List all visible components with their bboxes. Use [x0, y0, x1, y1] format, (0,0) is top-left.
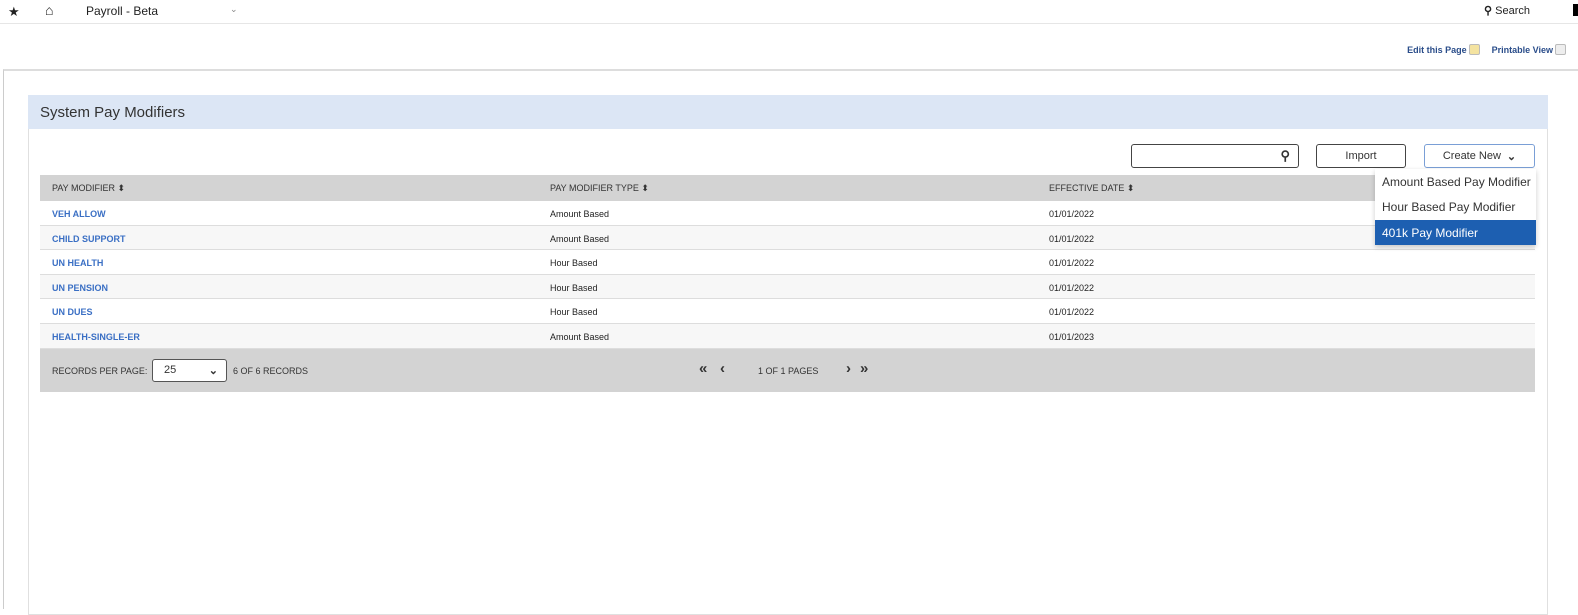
chevron-down-icon: ⌄	[1506, 150, 1517, 163]
edit-icon	[1468, 44, 1480, 55]
header-pay-modifier[interactable]: PAY MODIFIER ⬍	[52, 183, 125, 194]
type-cell: Hour Based	[550, 307, 598, 318]
create-new-button[interactable]: Create New ⌄	[1424, 144, 1535, 168]
table-row: UN DUES Hour Based 01/01/2022	[40, 299, 1535, 324]
import-button[interactable]: Import	[1316, 144, 1406, 168]
pay-modifier-link[interactable]: VEH ALLOW	[52, 209, 106, 219]
header-pay-modifier-type[interactable]: PAY MODIFIER TYPE ⬍	[550, 183, 649, 194]
records-per-page-select[interactable]: 25 ⌄	[152, 359, 227, 382]
date-cell: 01/01/2022	[1049, 258, 1095, 269]
menu-item-amount-based[interactable]: Amount Based Pay Modifier	[1375, 169, 1536, 194]
search-icon: ⚲	[1484, 5, 1493, 17]
pay-modifier-link[interactable]: HEALTH-SINGLE-ER	[52, 332, 140, 342]
print-label: Printable View	[1491, 44, 1553, 55]
next-page-icon[interactable]: ›	[846, 360, 851, 377]
pay-modifier-link[interactable]: UN PENSION	[52, 283, 108, 293]
chevron-down-icon[interactable]: ⌄	[230, 4, 238, 15]
pay-modifier-link[interactable]: UN DUES	[52, 307, 93, 317]
date-cell: 01/01/2022	[1049, 307, 1095, 318]
date-cell: 01/01/2022	[1049, 282, 1095, 293]
flag-icon[interactable]	[1573, 4, 1578, 16]
table-footer: RECORDS PER PAGE: 25 ⌄ 6 OF 6 RECORDS « ‹…	[40, 349, 1535, 392]
type-cell: Amount Based	[550, 332, 610, 342]
table-row: UN PENSION Hour Based 01/01/2022	[40, 274, 1535, 300]
search-link[interactable]: ⚲ Search	[1484, 4, 1530, 17]
create-new-menu: Amount Based Pay Modifier Hour Based Pay…	[1375, 169, 1536, 245]
pay-modifier-link[interactable]: UN HEALTH	[52, 258, 103, 268]
app-title[interactable]: Payroll - Beta	[86, 4, 158, 18]
date-cell: 01/01/2022	[1049, 209, 1095, 219]
table-row: UN HEALTH Hour Based 01/01/2022	[40, 250, 1535, 275]
top-bar: ★ ⌂ Payroll - Beta ⌄ ⚲ Search	[0, 0, 1578, 24]
home-icon[interactable]: ⌂	[45, 2, 53, 18]
table-row: VEH ALLOW Amount Based 01/01/2022	[40, 201, 1535, 226]
menu-item-hour-based[interactable]: Hour Based Pay Modifier	[1375, 194, 1536, 219]
search-label: Search	[1495, 5, 1530, 17]
first-page-icon[interactable]: «	[699, 360, 707, 377]
page-count: 1 OF 1 PAGES	[758, 366, 819, 376]
type-cell: Amount Based	[550, 233, 610, 244]
type-cell: Amount Based	[550, 209, 610, 219]
table-row: CHILD SUPPORT Amount Based 01/01/2022	[40, 225, 1535, 251]
table-row: HEALTH-SINGLE-ER Amount Based 01/01/2023	[40, 324, 1535, 349]
pay-modifier-link[interactable]: CHILD SUPPORT	[52, 234, 126, 244]
chevron-down-icon: ⌄	[208, 365, 218, 377]
create-new-label: Create New	[1442, 150, 1501, 162]
printable-view-link[interactable]: Printable View	[1492, 44, 1566, 55]
star-icon[interactable]: ★	[8, 4, 20, 20]
page-links: Edit this Page Printable View	[1407, 44, 1566, 55]
header-effective-date[interactable]: EFFECTIVE DATE ⬍	[1049, 183, 1134, 194]
last-page-icon[interactable]: »	[860, 360, 868, 377]
date-cell: 01/01/2022	[1049, 233, 1095, 244]
printer-icon	[1555, 44, 1566, 55]
prev-page-icon[interactable]: ‹	[720, 360, 725, 377]
menu-item-401k[interactable]: 401k Pay Modifier	[1375, 219, 1536, 245]
search-icon: ⚲	[1280, 148, 1290, 163]
edit-label: Edit this Page	[1407, 44, 1467, 55]
search-input[interactable]: ⚲	[1131, 144, 1299, 168]
records-count: 6 OF 6 RECORDS	[233, 366, 309, 376]
edit-page-link[interactable]: Edit this Page	[1407, 44, 1480, 55]
type-cell: Hour Based	[550, 282, 598, 293]
table-header: PAY MODIFIER ⬍ PAY MODIFIER TYPE ⬍ EFFEC…	[40, 175, 1535, 201]
type-cell: Hour Based	[550, 258, 598, 269]
records-per-page-label: RECORDS PER PAGE:	[52, 366, 148, 376]
panel-title: System Pay Modifiers	[28, 95, 1548, 129]
date-cell: 01/01/2023	[1049, 332, 1095, 342]
rpp-value: 25	[164, 364, 177, 376]
